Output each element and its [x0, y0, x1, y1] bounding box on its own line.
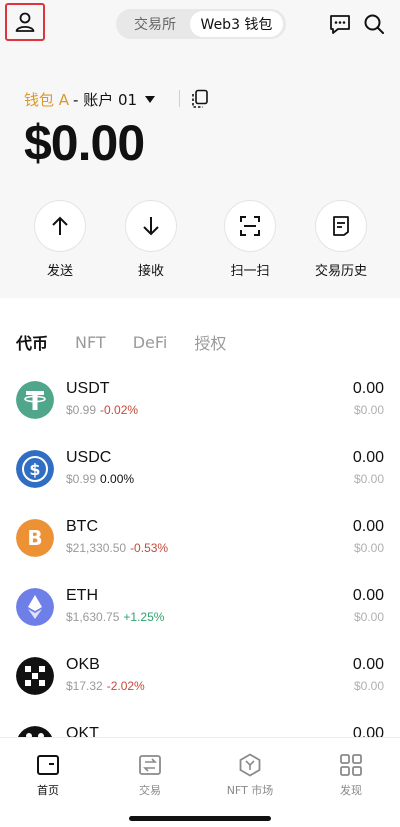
svg-text:$: $ — [29, 460, 40, 479]
tab-exchange[interactable]: 交易所 — [120, 9, 190, 39]
token-price: $17.32 -2.02% — [66, 679, 145, 693]
token-value: $0.00 — [353, 472, 384, 486]
token-price: $21,330.50 -0.53% — [66, 541, 169, 555]
scan-icon — [240, 216, 260, 236]
discover-grid-icon — [340, 754, 362, 776]
token-value: $0.00 — [353, 403, 384, 417]
token-row-btc[interactable]: B BTC $21,330.50 -0.53% 0.00 $0.00 — [0, 505, 400, 574]
eth-logo-icon — [16, 588, 54, 626]
token-change: -0.02% — [100, 403, 139, 417]
tab-approvals[interactable]: 授权 — [194, 330, 226, 354]
token-change: -2.02% — [106, 679, 145, 693]
token-amount: 0.00 — [352, 449, 384, 466]
home-indicator — [129, 816, 271, 821]
history-icon — [333, 216, 349, 236]
trade-icon — [139, 755, 161, 775]
token-row-usdt[interactable]: USDT $0.99 -0.02% 0.00 $0.00 — [0, 367, 400, 436]
history-label: 交易历史 — [314, 264, 367, 279]
chat-icon — [330, 14, 350, 34]
token-price: $1,630.75 +1.25% — [66, 610, 165, 624]
chat-button[interactable] — [328, 13, 352, 35]
scan-button[interactable] — [224, 200, 276, 252]
arrow-up-icon — [52, 216, 68, 235]
nav-nft-market[interactable]: NFT 市场 — [210, 752, 290, 798]
user-icon — [15, 12, 35, 32]
tab-defi[interactable]: DeFi — [133, 333, 168, 352]
receive-button[interactable] — [125, 200, 177, 252]
copy-icon — [192, 89, 208, 108]
token-row-okb[interactable]: OKB $17.32 -2.02% 0.00 $0.00 — [0, 643, 400, 712]
token-change: 0.00% — [100, 472, 135, 486]
send-label: 发送 — [46, 264, 73, 279]
token-amount: 0.00 — [352, 380, 384, 397]
history-action[interactable]: 交易历史 — [311, 200, 371, 279]
home-wallet-icon — [37, 755, 59, 775]
token-symbol: BTC — [66, 518, 98, 535]
total-balance: $0.00 — [24, 115, 145, 171]
token-value: $0.00 — [353, 610, 384, 624]
token-amount: 0.00 — [352, 656, 384, 673]
svg-text:B: B — [27, 526, 42, 550]
send-action[interactable]: 发送 — [30, 200, 90, 279]
receive-action[interactable]: 接收 — [121, 200, 181, 279]
token-amount: 0.00 — [352, 587, 384, 604]
nav-discover[interactable]: 发现 — [311, 752, 391, 798]
tab-tokens[interactable]: 代币 — [16, 330, 48, 354]
nav-home-label: 首页 — [37, 784, 59, 797]
nav-trade[interactable]: 交易 — [110, 752, 190, 798]
search-button[interactable] — [362, 12, 386, 36]
search-icon — [364, 14, 384, 34]
mode-switch: 交易所 Web3 钱包 — [116, 9, 286, 39]
copy-address-button[interactable] — [189, 88, 211, 110]
okb-logo-icon — [16, 657, 54, 695]
scan-action[interactable]: 扫一扫 — [220, 200, 280, 279]
account-name: - 账户 01 — [73, 90, 138, 109]
token-change: -0.53% — [130, 541, 169, 555]
usdt-logo-icon — [16, 381, 54, 419]
caret-down-icon — [145, 95, 156, 103]
history-button[interactable] — [315, 200, 367, 252]
asset-tabs: 代币 NFT DeFi 授权 — [16, 330, 253, 354]
receive-label: 接收 — [137, 264, 164, 279]
usdc-logo-icon: $ — [16, 450, 54, 488]
bottom-nav: 首页 交易 NFT 市场 发现 — [0, 737, 400, 827]
token-symbol: USDT — [66, 380, 110, 397]
tab-nft[interactable]: NFT — [75, 333, 106, 352]
nav-nft-market-label: NFT 市场 — [226, 784, 274, 797]
scan-label: 扫一扫 — [230, 264, 270, 279]
arrow-down-icon — [143, 217, 159, 236]
token-change: +1.25% — [123, 610, 165, 624]
token-symbol: OKB — [66, 656, 100, 673]
token-amount: 0.00 — [352, 518, 384, 535]
send-button[interactable] — [34, 200, 86, 252]
token-price: $0.99 -0.02% — [66, 403, 139, 417]
wallet-name: 钱包 A — [24, 90, 70, 109]
nav-discover-label: 发现 — [340, 784, 362, 797]
token-row-usdc[interactable]: $ USDC $0.99 0.00% 0.00 $0.00 — [0, 436, 400, 505]
divider — [179, 90, 180, 107]
wallet-selector[interactable]: 钱包 A - 账户 01 — [24, 88, 156, 110]
nav-home[interactable]: 首页 — [8, 752, 88, 798]
nav-trade-label: 交易 — [139, 784, 161, 797]
nft-market-icon — [239, 753, 261, 777]
token-price: $0.99 0.00% — [66, 472, 135, 486]
profile-button[interactable] — [5, 3, 45, 41]
token-symbol: ETH — [66, 587, 98, 604]
btc-logo-icon: B — [16, 519, 54, 557]
token-symbol: USDC — [66, 449, 112, 466]
tab-web3-wallet[interactable]: Web3 钱包 — [190, 11, 283, 37]
token-row-eth[interactable]: ETH $1,630.75 +1.25% 0.00 $0.00 — [0, 574, 400, 643]
token-value: $0.00 — [353, 541, 384, 555]
token-value: $0.00 — [353, 679, 384, 693]
